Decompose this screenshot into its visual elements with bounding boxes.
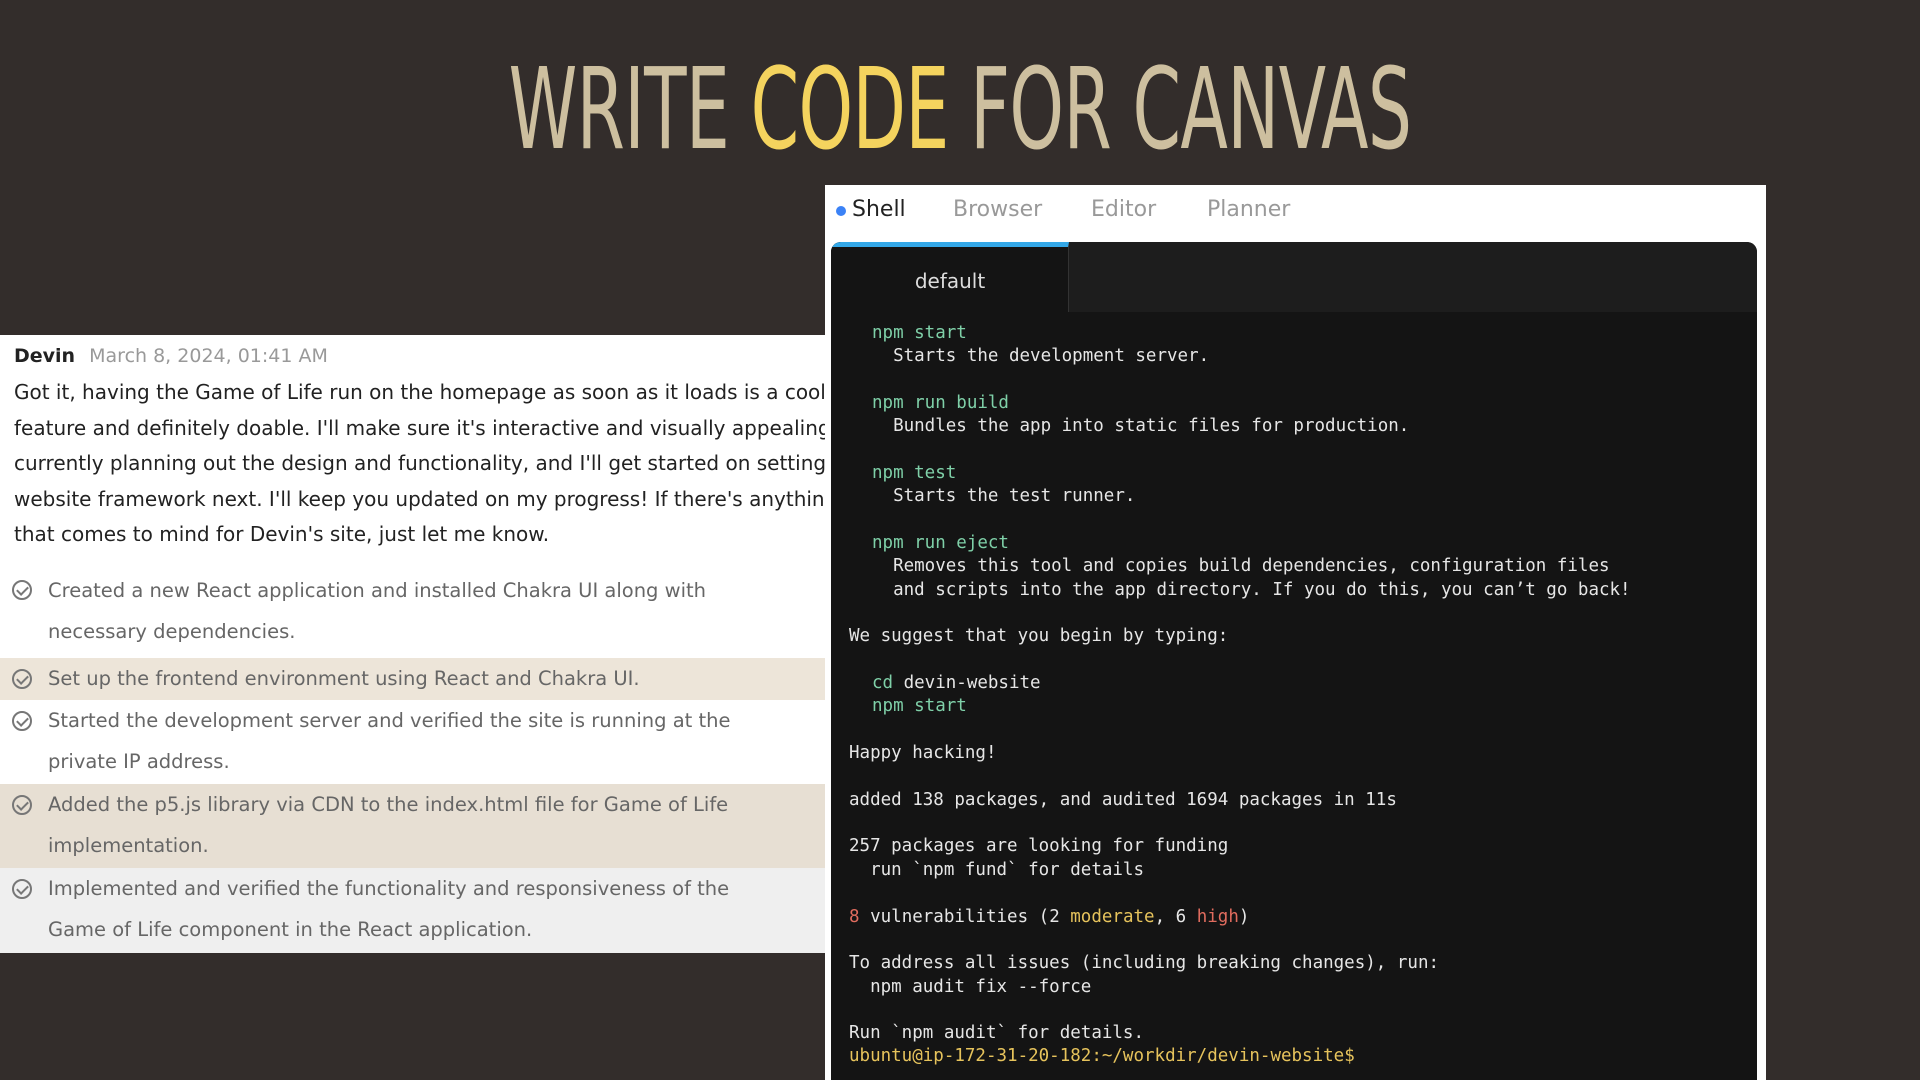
check-circle-icon	[12, 879, 32, 899]
workspace-panel: Shell Browser Editor Planner default npm…	[825, 185, 1766, 1080]
tab-planner[interactable]: Planner	[1207, 185, 1290, 235]
step-item: Implemented and verified the functionali…	[0, 868, 825, 953]
prompt-path: :~/workdir/devin-website$	[1091, 1046, 1355, 1066]
active-dot-icon	[836, 206, 846, 216]
message-text: Got it, having the Game of Life run on t…	[14, 380, 825, 546]
tab-editor[interactable]: Editor	[1091, 185, 1156, 235]
terminal[interactable]: default npm start Starts the development…	[831, 242, 1757, 1080]
check-circle-icon	[12, 580, 32, 600]
check-circle-icon	[12, 711, 32, 731]
check-circle-icon	[12, 795, 32, 815]
message-date: March 8, 2024, 01:41 AM	[89, 345, 328, 367]
workspace-tabs: Shell Browser Editor Planner	[825, 185, 1766, 235]
step-item: Added the p5.js library via CDN to the i…	[0, 784, 825, 868]
terminal-tab-default[interactable]: default	[831, 242, 1069, 312]
step-item: Set up the frontend environment using Re…	[0, 658, 825, 700]
step-item: Started the development server and verif…	[0, 700, 825, 784]
message-header: Devin March 8, 2024, 01:41 AM	[14, 345, 328, 367]
prompt-user-host: ubuntu@ip-172-31-20-182	[849, 1046, 1092, 1066]
terminal-tab-bar: default	[831, 242, 1757, 312]
slide-title: WRITE CODE FOR CANVAS	[508, 45, 1412, 175]
step-item: Created a new React application and inst…	[0, 570, 825, 655]
title-highlight: CODE	[750, 45, 950, 175]
tab-shell[interactable]: Shell	[852, 185, 906, 235]
author-name: Devin	[14, 345, 76, 367]
tab-browser[interactable]: Browser	[953, 185, 1042, 235]
check-circle-icon	[12, 669, 32, 689]
chat-panel: Devin March 8, 2024, 01:41 AM Got it, ha…	[0, 335, 825, 953]
